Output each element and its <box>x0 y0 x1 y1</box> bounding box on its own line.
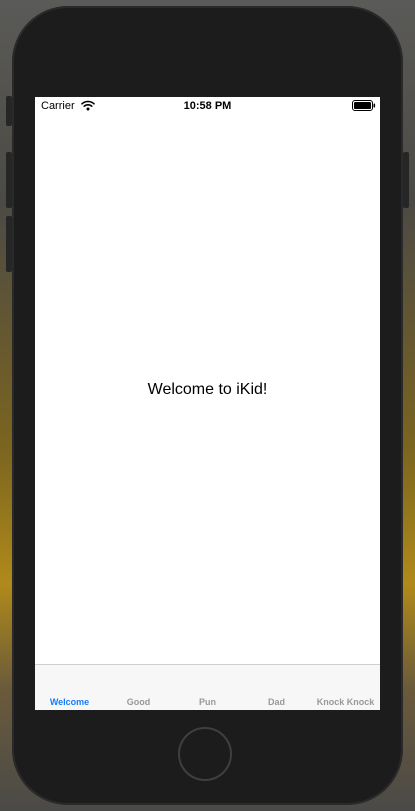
power-button <box>403 152 409 208</box>
app-screen: Carrier 10:58 PM Welcome to iKid! Welcom… <box>35 97 380 710</box>
status-bar: Carrier 10:58 PM <box>35 97 380 115</box>
tab-knock-knock[interactable]: Knock Knock <box>311 697 380 707</box>
volume-up-button <box>6 152 12 208</box>
mute-switch <box>6 96 12 126</box>
tab-dad[interactable]: Dad <box>242 697 311 707</box>
tab-welcome[interactable]: Welcome <box>35 697 104 707</box>
battery-icon <box>352 100 376 111</box>
tab-pun[interactable]: Pun <box>173 697 242 707</box>
volume-down-button <box>6 216 12 272</box>
welcome-label: Welcome to iKid! <box>147 381 268 398</box>
tab-bar: Welcome Good Pun Dad Knock Knock <box>35 664 380 710</box>
status-time: 10:58 PM <box>183 100 232 112</box>
home-button[interactable] <box>178 727 232 781</box>
tab-good[interactable]: Good <box>104 697 173 707</box>
